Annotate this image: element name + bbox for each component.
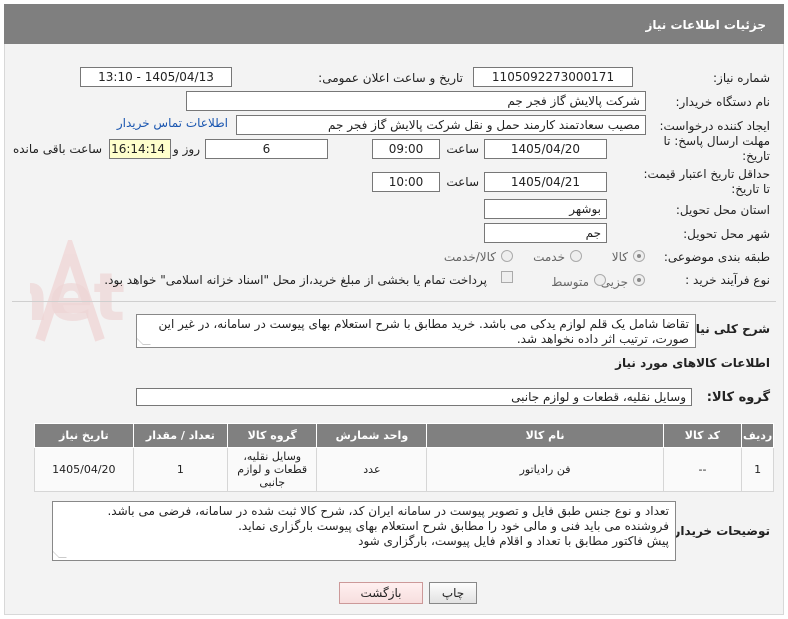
buyer-notes-line: فروشنده می باید فنی و مالی خود را مطابق …: [238, 519, 669, 533]
price-validity-date-field: 1405/04/21: [484, 172, 607, 192]
requester-label: ایجاد کننده درخواست:: [659, 119, 770, 133]
reply-time-label: ساعت: [446, 142, 479, 156]
col-group: گروه کالا: [227, 423, 318, 448]
resize-handle-icon[interactable]: [137, 337, 151, 345]
buyer-notes-line: پیش فاکتور مطابق با تعداد و اقلام فایل پ…: [358, 534, 669, 548]
remaining-time-field: 16:14:14: [109, 139, 171, 159]
resize-handle-icon[interactable]: [53, 550, 67, 558]
general-description-label: شرح کلی نیاز:: [684, 322, 770, 336]
col-qty: تعداد / مقدار: [132, 423, 229, 448]
goods-table: ردیف کد کالا نام کالا واحد شمارش گروه کا…: [34, 423, 774, 492]
process-option-medium: متوسط: [551, 275, 589, 289]
cell-group: وسایل نقلیه، قطعات و لوازم جانبی: [227, 447, 318, 492]
col-name: نام کالا: [426, 423, 664, 448]
cell-name: فن رادیاتور: [426, 447, 664, 492]
need-number-field: 1105092273000171: [473, 67, 633, 87]
price-validity-time-label: ساعت: [446, 175, 479, 189]
buyer-org-label: نام دستگاه خریدار:: [675, 95, 771, 109]
province-field: بوشهر: [484, 199, 607, 219]
category-option-goods-service: کالا/خدمت: [443, 250, 496, 264]
process-radio-minor[interactable]: [633, 274, 645, 286]
category-radio-goods[interactable]: [633, 250, 645, 262]
days-field: 6: [205, 139, 328, 159]
category-label: طبقه بندی موضوعی:: [663, 250, 770, 264]
back-button[interactable]: بازگشت: [339, 582, 423, 604]
buyer-notes-line: تعداد و نوع جنس طبق فایل و تصویر پیوست د…: [107, 504, 669, 518]
reply-date-field: 1405/04/20: [484, 139, 607, 159]
category-radio-goods-service[interactable]: [501, 250, 513, 262]
announce-datetime-label: تاریخ و ساعت اعلان عمومی:: [318, 71, 463, 85]
buyer-notes-label: توضیحات خریدار:: [668, 524, 770, 538]
city-field: جم: [484, 223, 607, 243]
days-label: روز و: [173, 142, 200, 156]
goods-table-header: ردیف کد کالا نام کالا واحد شمارش گروه کا…: [34, 423, 774, 448]
buyer-org-field: شرکت پالایش گاز فجر جم: [186, 91, 646, 111]
remaining-time-label: ساعت باقی مانده: [12, 142, 102, 156]
general-description-content: تقاضا شامل یک قلم لوازم یدکی می باشد. خر…: [158, 317, 689, 346]
table-row[interactable]: 1 -- فن رادیاتور عدد وسایل نقلیه، قطعات …: [34, 447, 774, 492]
general-description-text: تقاضا شامل یک قلم لوازم یدکی می باشد. خر…: [136, 314, 696, 348]
cell-qty: 1: [132, 447, 229, 492]
divider: [12, 301, 776, 302]
category-radio-service[interactable]: [570, 250, 582, 262]
requester-field: مصیب سعادتمند کارمند حمل و نقل شرکت پالا…: [236, 115, 646, 135]
process-radio-medium[interactable]: [594, 274, 606, 286]
goods-group-label: گروه کالا:: [706, 390, 770, 405]
category-option-goods: کالا: [611, 250, 628, 264]
page-title: جزئیات اطلاعات نیاز: [4, 4, 784, 44]
announce-datetime-field: 1405/04/13 - 13:10: [80, 67, 232, 87]
reply-deadline-label: مهلت ارسال پاسخ: تا تاریخ:: [663, 134, 770, 163]
price-validity-time-field: 10:00: [372, 172, 440, 192]
need-number-label: شماره نیاز:: [713, 71, 770, 85]
buyer-notes-text: تعداد و نوع جنس طبق فایل و تصویر پیوست د…: [52, 501, 676, 561]
goods-group-field: وسایل نقلیه، قطعات و لوازم جانبی: [136, 388, 692, 406]
category-option-service: خدمت: [533, 250, 565, 264]
col-code: کد کالا: [662, 423, 743, 448]
cell-unit: عدد: [316, 447, 428, 492]
col-date: تاریخ نیاز: [34, 423, 134, 448]
cell-code: --: [662, 447, 743, 492]
payment-treasury-note: پرداخت تمام یا بخشی از مبلغ خرید،از محل …: [104, 273, 487, 287]
goods-section-title: اطلاعات کالاهای مورد نیاز: [615, 356, 770, 370]
col-row: ردیف: [741, 423, 774, 448]
purchase-process-label: نوع فرآیند خرید :: [685, 273, 770, 287]
print-button[interactable]: چاپ: [429, 582, 477, 604]
payment-treasury-checkbox[interactable]: [501, 271, 513, 283]
province-label: استان محل تحویل:: [675, 203, 770, 217]
city-label: شهر محل تحویل:: [683, 227, 770, 241]
price-validity-label: حداقل تاریخ اعتبار قیمت: تا تاریخ:: [643, 167, 770, 196]
col-unit: واحد شمارش: [316, 423, 428, 448]
buyer-contact-link[interactable]: اطلاعات تماس خریدار: [117, 116, 228, 130]
cell-date: 1405/04/20: [34, 447, 134, 492]
cell-row: 1: [741, 447, 774, 492]
reply-time-field: 09:00: [372, 139, 440, 159]
